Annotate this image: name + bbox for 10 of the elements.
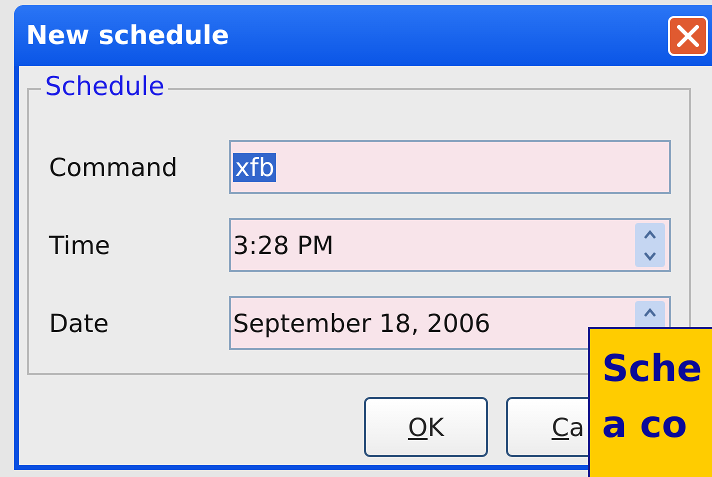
field-label: Date xyxy=(49,308,110,338)
window-title: New schedule xyxy=(26,20,230,50)
input-field[interactable]: September 18, 2006 xyxy=(229,296,671,350)
field-label: Time xyxy=(49,230,112,260)
input-field[interactable]: 3:28 PM xyxy=(229,218,671,272)
input-field[interactable]: xfb xyxy=(229,140,671,194)
close-button[interactable] xyxy=(668,16,708,56)
ok-button[interactable]: OK xyxy=(364,397,488,457)
close-icon xyxy=(675,22,701,48)
field-label: Command xyxy=(49,152,178,182)
